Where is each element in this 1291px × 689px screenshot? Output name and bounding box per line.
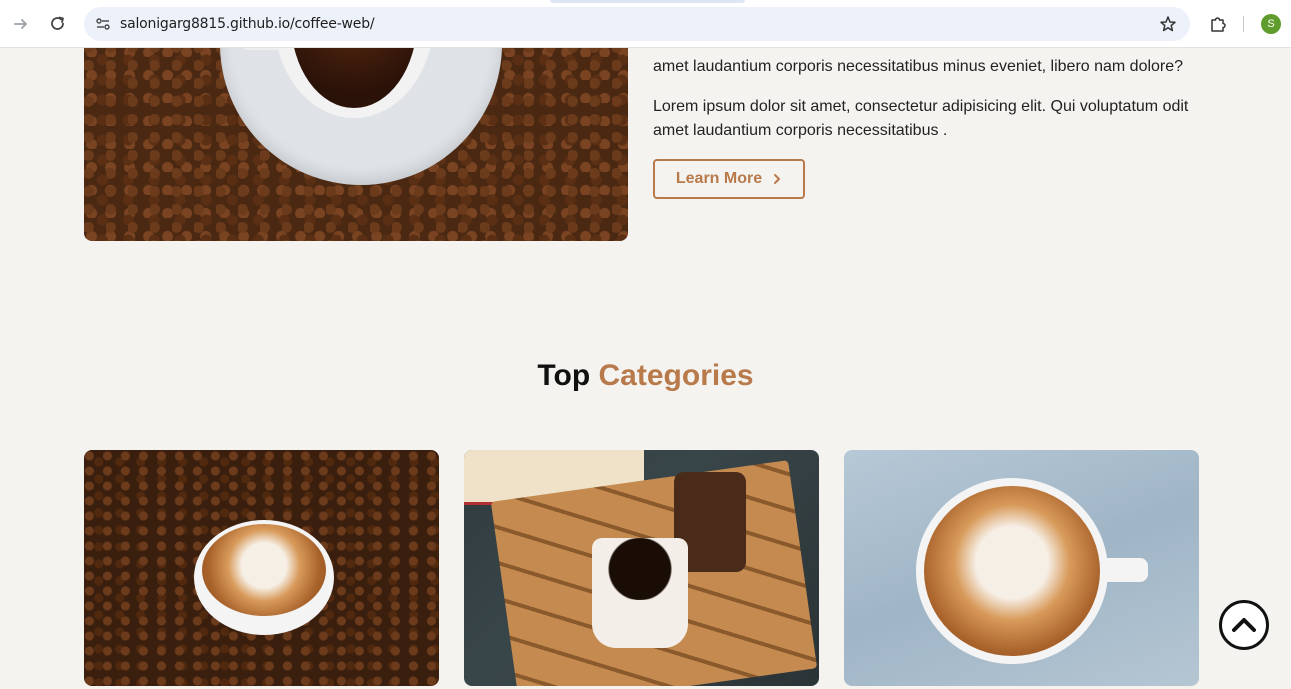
learn-more-label: Learn More xyxy=(675,170,763,187)
site-info-icon xyxy=(96,18,110,30)
toolbar-divider xyxy=(1243,16,1244,32)
address-bar[interactable]: salonigarg8815.github.io/coffee-web/ xyxy=(84,7,1190,41)
reload-icon xyxy=(51,16,64,30)
cappuccino-handle xyxy=(1100,558,1148,582)
about-paragraph-2: Lorem ipsum dolor sit amet, consectetur … xyxy=(653,98,1189,139)
url-text[interactable]: salonigarg8815.github.io/coffee-web/ xyxy=(120,16,375,32)
black-coffee-surface xyxy=(594,538,686,600)
section-title-top-categories: Top Categories xyxy=(0,359,1291,393)
category-card-latte-beans[interactable] xyxy=(84,450,439,686)
cappuccino-latte-art xyxy=(924,486,1100,656)
active-tab-indicator xyxy=(550,0,745,3)
learn-more-button[interactable]: Learn More xyxy=(653,159,805,199)
puzzle-icon xyxy=(1211,17,1226,32)
scroll-to-top-button[interactable] xyxy=(1219,600,1269,650)
page-content: amet laudantium corporis necessitatibus … xyxy=(0,48,1291,689)
about-paragraph-1: amet laudantium corporis necessitatibus … xyxy=(653,58,1184,75)
section-title-accent: Categories xyxy=(598,359,754,392)
forward-button[interactable] xyxy=(7,10,35,38)
section-title-plain: Top xyxy=(537,359,591,392)
bookmark-button[interactable] xyxy=(1156,12,1180,36)
category-card-black-coffee[interactable] xyxy=(464,450,819,686)
latte-art xyxy=(202,524,326,616)
about-coffee-image xyxy=(84,48,628,241)
chevron-right-icon xyxy=(774,174,781,184)
category-card-cappuccino[interactable] xyxy=(844,450,1199,686)
extensions-button[interactable] xyxy=(1204,10,1232,38)
profile-avatar[interactable]: S xyxy=(1261,14,1281,34)
chevron-up-icon xyxy=(1232,618,1256,632)
site-info-button[interactable] xyxy=(92,13,114,35)
arrow-right-icon xyxy=(14,19,27,29)
star-icon xyxy=(1160,16,1176,32)
browser-toolbar: salonigarg8815.github.io/coffee-web/ S xyxy=(0,0,1291,48)
reload-button[interactable] xyxy=(44,10,72,38)
